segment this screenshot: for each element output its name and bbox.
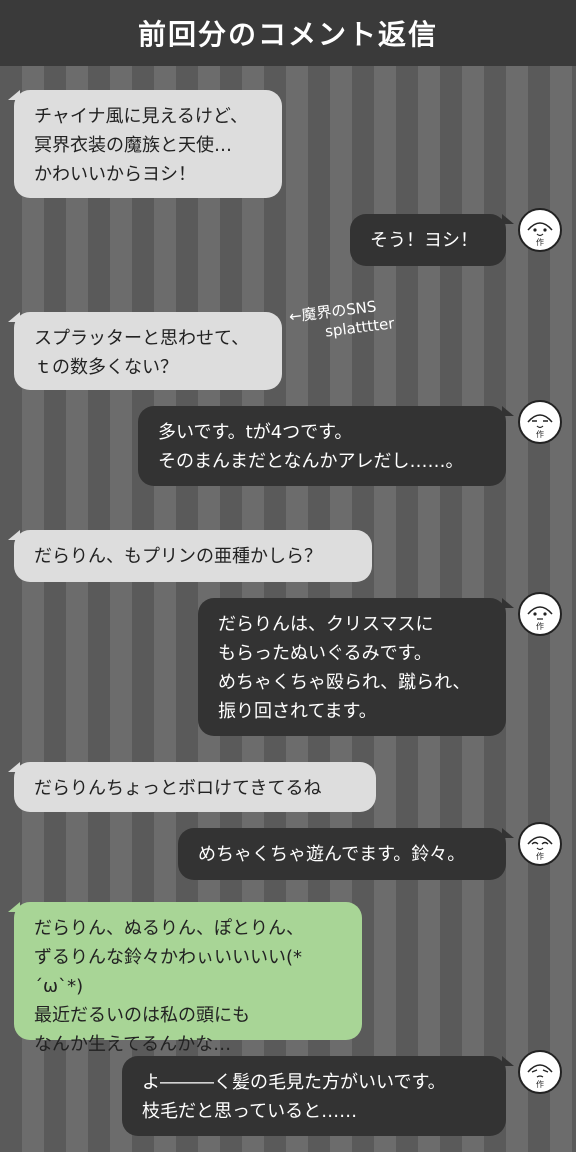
- author-avatar: 作: [518, 822, 562, 866]
- comment-bubble: だらりん、もプリンの亜種かしら？: [8, 530, 372, 582]
- author-face-icon: 作: [527, 414, 553, 439]
- svg-text:作: 作: [536, 237, 544, 247]
- svg-text:作: 作: [536, 621, 544, 631]
- author-avatar: 作: [518, 1050, 562, 1094]
- author-avatar: 作: [518, 592, 562, 636]
- header-bar: 前回分のコメント返信: [0, 0, 576, 66]
- page-title: 前回分のコメント返信: [137, 18, 438, 51]
- svg-text:作: 作: [536, 851, 544, 861]
- author-face-icon: 作: [527, 606, 553, 631]
- reply-bubble: だらりんは、クリスマスに もらったぬいぐるみです。 めちゃくちゃ殴られ、蹴られ、…: [198, 598, 514, 736]
- author-face-icon: 作: [527, 1064, 553, 1089]
- comment-bubble-highlight: だらりん、ぬるりん、ぽとりん、 ずるりんな鈴々かわぃいいいい(*´ω`*) 最近…: [8, 902, 362, 1055]
- author-face-icon: 作: [527, 836, 553, 861]
- comment-bubble: だらりんちょっとボロけてきてるね: [8, 762, 376, 812]
- svg-text:作: 作: [536, 1079, 544, 1089]
- reply-bubble: よ―――く髪の毛見た方がいいです。 枝毛だと思っていると……: [122, 1056, 514, 1136]
- reply-bubble: 多いです。tが4つです。 そのまんまだとなんかアレだし……。: [138, 406, 514, 486]
- comment-bubble: チャイナ風に見えるけど、 冥界衣装の魔族と天使… かわいいからヨシ！: [8, 90, 282, 198]
- svg-text:作: 作: [536, 429, 544, 439]
- author-avatar: 作: [518, 208, 562, 252]
- author-face-icon: 作: [527, 222, 553, 247]
- reply-bubble: そう！ヨシ！: [350, 214, 514, 266]
- comment-bubble: スプラッターと思わせて、 ｔの数多くない？: [8, 312, 282, 390]
- handwritten-note: ←魔界のSNS splatttter: [288, 295, 395, 345]
- author-avatar: 作: [518, 400, 562, 444]
- reply-bubble: めちゃくちゃ遊んでます。鈴々。: [178, 828, 514, 880]
